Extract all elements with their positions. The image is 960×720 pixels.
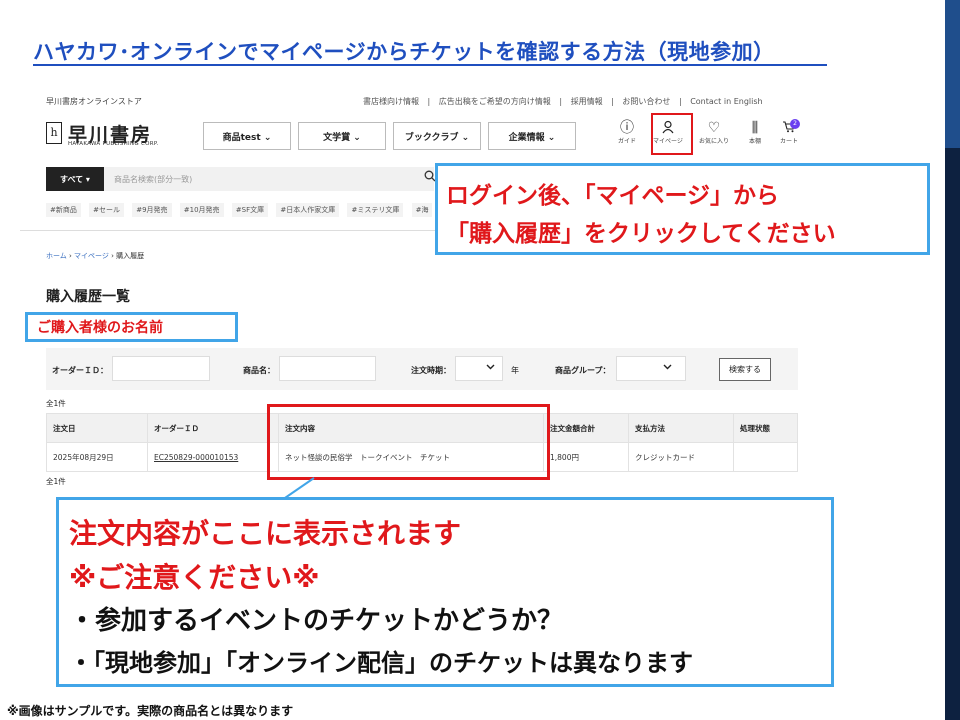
menu-awards[interactable]: 文学賞 ⌄: [298, 122, 386, 150]
order-id-label: オーダーＩＤ：: [52, 366, 108, 375]
tag-item[interactable]: #日本人作家文庫: [276, 203, 340, 217]
top-link-sep: |: [678, 97, 682, 106]
tag-item[interactable]: #新商品: [46, 203, 81, 217]
order-content-highlight-box: [267, 404, 550, 480]
top-link-dealers[interactable]: 書店様向け情報: [363, 97, 419, 106]
footnote: ※画像はサンプルです。実際の商品名とは異なります: [7, 704, 294, 718]
cell-order-total: 1,800円: [543, 442, 629, 472]
cell-order-id-link[interactable]: EC250829-000010153: [147, 442, 279, 472]
page-title: 購入履歴一覧: [46, 289, 130, 305]
breadcrumb-home[interactable]: ホーム: [46, 252, 67, 260]
cart-count-badge: 2: [790, 119, 800, 129]
favorites-label: お気に入り: [698, 138, 729, 145]
top-link-recruit[interactable]: 採用情報: [571, 97, 603, 106]
breadcrumb: ホーム › マイページ › 購入履歴: [46, 251, 144, 261]
logo-subtitle: HAYAKAWA PUBLISHING CORP.: [68, 141, 159, 147]
order-period-label: 注文時期：: [411, 366, 451, 375]
product-name-input[interactable]: [279, 356, 376, 381]
product-group-select[interactable]: [616, 356, 686, 381]
chevron-down-icon: [486, 363, 495, 373]
callout2-line1: 注文内容がここに表示されます: [69, 517, 462, 550]
order-content-callout: 注文内容がここに表示されます ※ご注意ください※ ・参加するイベントのチケットか…: [56, 497, 834, 687]
year-suffix: 年: [511, 366, 519, 375]
callout2-line4: ・「現地参加」「オンライン配信」のチケットは異なります: [69, 649, 693, 677]
accent-bar-top: [945, 0, 960, 148]
callout2-line3: ・参加するイベントのチケットかどうか？: [69, 606, 564, 636]
breadcrumb-current: 購入履歴: [116, 252, 145, 260]
breadcrumb-mypage[interactable]: マイページ: [74, 252, 109, 260]
cart-button[interactable]: カート: [773, 120, 805, 145]
logo-mark[interactable]: h: [46, 122, 62, 144]
cell-status: [733, 442, 798, 472]
col-payment-method: 支払方法: [628, 413, 734, 443]
slide-title: ハヤカワ･オンラインでマイページからチケットを確認する方法（現地参加）: [33, 40, 775, 64]
tag-item[interactable]: #セール: [89, 203, 124, 217]
search-input[interactable]: 商品名検索(部分一致): [104, 167, 434, 191]
tag-item[interactable]: #ミステリ文庫: [347, 203, 404, 217]
search-submit-button[interactable]: 検索する: [719, 358, 771, 381]
col-status: 処理状態: [733, 413, 798, 443]
title-underline: [33, 64, 827, 66]
callout2-line2: ※ご注意ください※: [69, 561, 320, 594]
heart-icon: ♡: [707, 120, 721, 136]
guide-button[interactable]: ⓘ ガイド: [611, 120, 643, 145]
order-year-select[interactable]: [455, 356, 503, 381]
tag-item[interactable]: #10月発売: [179, 203, 224, 217]
menu-bookclub[interactable]: ブッククラブ ⌄: [393, 122, 481, 150]
cart-label: カート: [779, 138, 798, 145]
bookshelf-button[interactable]: ⫼ 本棚: [739, 120, 771, 145]
col-order-total: 注文金額合計: [543, 413, 629, 443]
tag-item[interactable]: #海: [411, 203, 433, 217]
top-link-contact[interactable]: お問い合わせ: [622, 97, 670, 106]
bookshelf-label: 本棚: [748, 138, 761, 145]
top-link-english[interactable]: Contact in English: [690, 97, 762, 106]
col-order-date: 注文日: [46, 413, 148, 443]
breadcrumb-sep: ›: [66, 252, 75, 260]
menu-company[interactable]: 企業情報 ⌄: [488, 122, 576, 150]
product-group-label: 商品グループ：: [555, 366, 611, 375]
callout1-line1: ログイン後、「マイページ」から: [446, 183, 780, 209]
col-order-id: オーダーＩＤ: [147, 413, 279, 443]
cart-icon: [773, 120, 805, 136]
top-link-sep: |: [559, 97, 563, 106]
result-count-bottom: 全1件: [46, 477, 66, 486]
tag-item[interactable]: #SF文庫: [231, 203, 269, 217]
top-link-sep: |: [611, 97, 614, 106]
cell-payment-method: クレジットカード: [628, 442, 734, 472]
tag-list: #新商品 #セール #9月発売 #10月発売 #SF文庫 #日本人作家文庫 #ミ…: [46, 203, 438, 217]
mypage-instruction-callout: ログイン後、「マイページ」から 「購入履歴」をクリックしてください: [435, 163, 930, 255]
favorites-button[interactable]: ♡ お気に入り: [698, 120, 730, 145]
slide-accent-bar: [945, 0, 960, 720]
chevron-down-icon: [663, 363, 672, 373]
order-id-input[interactable]: [112, 356, 210, 381]
cell-order-date: 2025年08月29日: [46, 442, 148, 472]
top-link-sep: |: [427, 97, 431, 106]
mypage-highlight-box: [651, 113, 693, 155]
menu-products[interactable]: 商品test ⌄: [203, 122, 291, 150]
bookshelf-icon: ⫼: [751, 120, 759, 136]
product-name-label: 商品名：: [243, 366, 275, 375]
result-count-top: 全1件: [46, 399, 66, 408]
search-category-select[interactable]: すべて ▾: [46, 167, 104, 191]
callout1-line2: 「購入履歴」をクリックしてください: [446, 221, 836, 247]
store-name: 早川書房オンラインストア: [46, 97, 142, 106]
top-links: 書店様向け情報 | 広告出稿をご希望の方向け情報 | 採用情報 | お問い合わせ…: [360, 96, 766, 107]
buyer-name-annotation: ご購入者様のお名前: [25, 312, 238, 342]
info-icon: ⓘ: [620, 120, 634, 136]
tag-item[interactable]: #9月発売: [132, 203, 172, 217]
guide-label: ガイド: [617, 138, 636, 145]
top-link-ads[interactable]: 広告出稿をご希望の方向け情報: [439, 97, 551, 106]
accent-bar-bottom: [945, 148, 960, 720]
